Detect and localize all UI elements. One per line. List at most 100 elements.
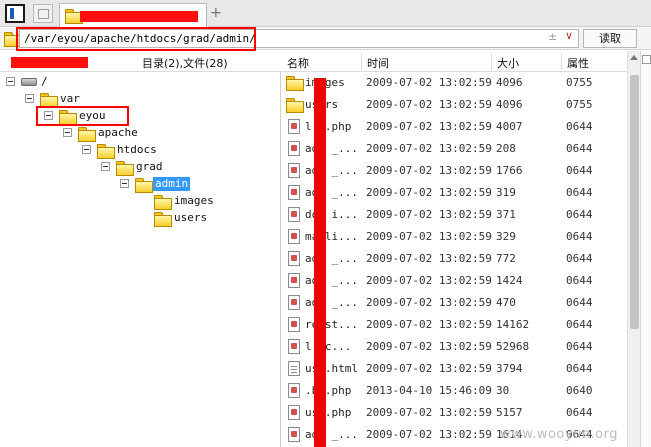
collapse-toggle-icon[interactable]: [82, 145, 91, 154]
read-button[interactable]: 读取: [583, 29, 637, 48]
chevron-down-icon[interactable]: ∨: [565, 29, 573, 42]
file-time: 2009-07-02 13:02:59: [366, 142, 492, 155]
file-attr: 0644: [566, 230, 593, 243]
file-row[interactable]: dom i... 2009-07-02 13:02:59 371 0644: [281, 204, 627, 226]
file-time: 2009-07-02 13:02:59: [366, 362, 492, 375]
file-row[interactable]: ma li... 2009-07-02 13:02:59 329 0644: [281, 226, 627, 248]
collapse-toggle-icon[interactable]: [6, 77, 15, 86]
file-name: l g.php: [305, 120, 352, 133]
file-size: 329: [496, 230, 516, 243]
file-time: 2009-07-02 13:02:59: [366, 274, 492, 287]
file-row[interactable]: l g.php 2009-07-02 13:02:59 4007 0644: [281, 116, 627, 138]
file-name: adm _...: [305, 142, 358, 155]
file-row[interactable]: .b .php 2013-04-10 15:46:09 30 0640: [281, 380, 627, 402]
column-name[interactable]: 名称: [287, 55, 309, 71]
folder-icon: [78, 127, 96, 142]
folder-icon: [286, 98, 304, 113]
file-list-header: 名称 时间 大小 属性: [281, 51, 651, 72]
path-input[interactable]: /var/eyou/apache/htdocs/grad/admin/: [19, 29, 579, 48]
file-row[interactable]: adm _... 2009-07-02 13:02:59 319 0644: [281, 182, 627, 204]
file-size: 470: [496, 296, 516, 309]
html-file-icon: [288, 361, 300, 376]
collapse-toggle-icon[interactable]: [25, 94, 34, 103]
file-attr: 0644: [566, 296, 593, 309]
file-name: adm _...: [305, 252, 358, 265]
collapse-toggle-icon[interactable]: [120, 179, 129, 188]
tree-node-label: admin: [153, 177, 191, 191]
file-name: adm _...: [305, 296, 358, 309]
file-list: images2009-07-02 13:02:5940960755users20…: [281, 72, 627, 447]
file-attr: 0644: [566, 252, 593, 265]
php-file-icon: [288, 339, 300, 354]
tree-node-label: grad: [136, 160, 163, 173]
file-name: re st...: [305, 318, 358, 331]
file-size: 4096: [496, 76, 523, 89]
file-time: 2009-07-02 13:02:59: [366, 98, 492, 111]
file-time: 2009-07-02 13:02:59: [366, 164, 492, 177]
file-size: 371: [496, 208, 516, 221]
file-row[interactable]: images2009-07-02 13:02:5940960755: [281, 72, 627, 94]
file-row[interactable]: adm _... 2009-07-02 13:02:59 1424 0644: [281, 270, 627, 292]
file-attr: 0644: [566, 340, 593, 353]
plusminus-icon[interactable]: ±: [548, 30, 557, 43]
dir-file-summary: 目录(2),文件(28): [142, 57, 228, 70]
file-attr: 0644: [566, 274, 593, 287]
file-row[interactable]: l _c... 2009-07-02 13:02:59 52968 0644: [281, 336, 627, 358]
collapse-toggle-icon[interactable]: [63, 128, 72, 137]
file-name: adm _...: [305, 186, 358, 199]
collapse-toggle-icon[interactable]: [44, 111, 53, 120]
redacted-host: [11, 57, 88, 68]
file-attr: 0644: [566, 164, 593, 177]
redacted-tab-title: [80, 11, 198, 22]
column-size[interactable]: 大小: [497, 55, 519, 71]
tab-current[interactable]: [59, 3, 207, 27]
new-tab-button[interactable]: +: [210, 5, 222, 21]
file-row[interactable]: us .php 2009-07-02 13:02:59 5157 0644: [281, 402, 627, 424]
file-size: 14162: [496, 318, 530, 331]
collapse-toggle-icon[interactable]: [101, 162, 110, 171]
file-row[interactable]: adm _... 2009-07-02 13:02:59 772 0644: [281, 248, 627, 270]
file-attr: 0644: [566, 406, 593, 419]
column-time[interactable]: 时间: [367, 55, 389, 71]
directory-tree: / var eyou apache htdocs grad admin imag…: [0, 72, 281, 447]
file-row[interactable]: re st... 2009-07-02 13:02:59 14162 0644: [281, 314, 627, 336]
tree-node-label: var: [60, 92, 80, 105]
folder-icon: [4, 32, 22, 47]
file-size: 1424: [496, 274, 523, 287]
vertical-scrollbar[interactable]: [627, 51, 640, 447]
column-attr[interactable]: 属性: [567, 55, 589, 71]
file-row[interactable]: adm _... 2009-07-02 13:02:59 1766 0644: [281, 160, 627, 182]
tab-bar: +: [0, 0, 651, 27]
folder-icon: [154, 212, 172, 227]
scroll-thumb[interactable]: [630, 75, 639, 329]
file-attr: 0644: [566, 362, 593, 375]
tree-node-label: /: [41, 75, 48, 88]
folder-icon: [135, 178, 153, 193]
php-file-icon: [288, 229, 300, 244]
php-file-icon: [288, 207, 300, 222]
file-time: 2013-04-10 15:46:09: [366, 384, 492, 397]
tree-node-label: images: [174, 194, 214, 207]
php-file-icon: [288, 383, 300, 398]
scroll-up-icon[interactable]: [630, 55, 638, 60]
window-button[interactable]: [33, 4, 53, 23]
file-time: 2009-07-02 13:02:59: [366, 120, 492, 133]
php-file-icon: [288, 251, 300, 266]
php-file-icon: [288, 427, 300, 442]
file-time: 2009-07-02 13:02:59: [366, 406, 492, 419]
file-row[interactable]: adm _... 2009-07-02 13:02:59 470 0644: [281, 292, 627, 314]
file-name: us .php: [305, 406, 352, 419]
panel-toggle-button[interactable]: [5, 4, 25, 23]
file-attr: 0644: [566, 318, 593, 331]
file-row[interactable]: users2009-07-02 13:02:5940960755: [281, 94, 627, 116]
file-size: 319: [496, 186, 516, 199]
file-row[interactable]: us .html 2009-07-02 13:02:59 3794 0644: [281, 358, 627, 380]
file-attr: 0755: [566, 76, 593, 89]
file-name: dom i...: [305, 208, 358, 221]
tree-node-label: htdocs: [117, 143, 157, 156]
file-time: 2009-07-02 13:02:59: [366, 252, 492, 265]
file-name: .b .php: [305, 384, 352, 397]
file-time: 2009-07-02 13:02:59: [366, 208, 492, 221]
file-row[interactable]: adm _... 2009-07-02 13:02:59 208 0644: [281, 138, 627, 160]
php-file-icon: [288, 185, 300, 200]
